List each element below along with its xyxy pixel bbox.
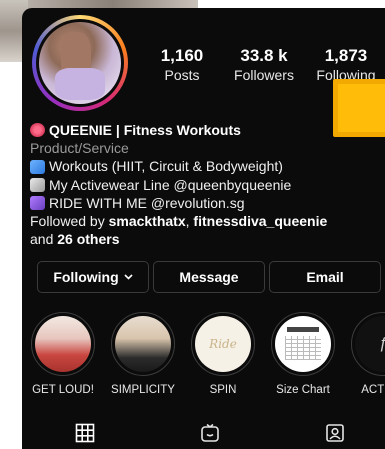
followed-by-user-1: smackthatx bbox=[108, 213, 186, 230]
following-button[interactable]: Following bbox=[37, 261, 149, 293]
followers-label: Followers bbox=[234, 67, 294, 83]
highlight-get-loud[interactable]: GET LOUD! bbox=[26, 312, 100, 396]
flower-emoji-icon bbox=[30, 123, 45, 138]
posts-label: Posts bbox=[164, 67, 200, 83]
highlight-thumbnail bbox=[35, 316, 91, 372]
profile-bio: QUEENIE | Fitness Workouts Product/Servi… bbox=[30, 121, 380, 248]
bio-line-workouts: Workouts (HIIT, Circuit & Bodyweight) bbox=[30, 157, 380, 175]
tab-tagged[interactable] bbox=[322, 420, 348, 446]
highlight-thumbnail: ƒ bbox=[355, 316, 385, 372]
message-button[interactable]: Message bbox=[153, 261, 265, 293]
profile-tab-bar bbox=[22, 418, 385, 449]
highlight-label: GET LOUD! bbox=[32, 384, 94, 396]
highlight-ring bbox=[111, 312, 175, 376]
highlight-ring: Ride bbox=[191, 312, 255, 376]
tab-reels[interactable] bbox=[197, 420, 223, 446]
size-chart-grid bbox=[285, 336, 321, 360]
bike-emoji-icon bbox=[30, 195, 45, 210]
highlight-thumbnail bbox=[275, 316, 331, 372]
profile-avatar-ring[interactable] bbox=[32, 15, 128, 111]
followed-by-user-2: fitnessdiva_queenie bbox=[193, 213, 328, 230]
chevron-down-icon bbox=[124, 274, 133, 280]
avatar-border bbox=[36, 19, 124, 107]
email-button-label: Email bbox=[306, 269, 344, 285]
followers-stat[interactable]: 33.8 k Followers bbox=[222, 46, 306, 83]
highlight-thumbnail bbox=[115, 316, 171, 372]
shoe-emoji-icon bbox=[30, 177, 45, 192]
highlight-thumbnail: Ride bbox=[195, 316, 251, 372]
bio-line-text: RIDE WITH ME @revolution.sg bbox=[49, 194, 245, 211]
avatar bbox=[39, 22, 121, 104]
highlight-spin[interactable]: Ride SPIN bbox=[186, 312, 260, 396]
tagged-icon bbox=[326, 424, 344, 442]
followed-by-others: 26 others bbox=[57, 231, 120, 248]
highlight-label: SPIN bbox=[209, 384, 237, 396]
highlight-ring bbox=[31, 312, 95, 376]
highlight-label: Size Chart bbox=[276, 384, 330, 396]
bio-name-line: QUEENIE | Fitness Workouts bbox=[30, 121, 380, 139]
email-button[interactable]: Email bbox=[269, 261, 381, 293]
highlight-simplicity[interactable]: SIMPLICITY bbox=[106, 312, 180, 396]
followed-by-text[interactable]: Followed by smackthatx, fitnessdiva_quee… bbox=[30, 212, 380, 248]
highlight-label: ACTION bbox=[361, 384, 385, 396]
tab-posts-grid[interactable] bbox=[72, 420, 98, 446]
avatar-outfit bbox=[55, 68, 105, 100]
workout-emoji-icon bbox=[30, 159, 45, 174]
followed-by-and: and bbox=[30, 231, 54, 248]
followed-by-prefix: Followed by bbox=[30, 213, 105, 230]
ride-thumb-text: Ride bbox=[209, 337, 237, 351]
followed-by-separator: , bbox=[185, 213, 190, 230]
bio-line-ride[interactable]: RIDE WITH ME @revolution.sg bbox=[30, 194, 380, 212]
followers-count: 33.8 k bbox=[240, 46, 288, 65]
profile-category: Product/Service bbox=[30, 140, 129, 157]
bio-line-text: My Activewear Line @queenbyqueenie bbox=[49, 176, 292, 193]
profile-screen: 1,160 Posts 33.8 k Followers 1,873 Follo… bbox=[22, 8, 385, 449]
message-button-label: Message bbox=[179, 269, 239, 285]
highlight-size-chart[interactable]: Size Chart bbox=[266, 312, 340, 396]
reels-icon bbox=[201, 423, 219, 442]
bio-line-activewear[interactable]: My Activewear Line @queenbyqueenie bbox=[30, 176, 380, 194]
highlight-ring: ƒ bbox=[351, 312, 385, 376]
highlight-action[interactable]: ƒ ACTION bbox=[346, 312, 385, 396]
following-count: 1,873 bbox=[324, 46, 368, 65]
size-chart-header bbox=[287, 327, 319, 332]
highlight-ring bbox=[271, 312, 335, 376]
posts-count: 1,160 bbox=[160, 46, 204, 65]
grid-icon bbox=[75, 423, 95, 443]
action-thumb-glyph: ƒ bbox=[379, 335, 385, 353]
profile-name: QUEENIE | Fitness Workouts bbox=[49, 122, 241, 138]
following-button-label: Following bbox=[53, 269, 119, 285]
bio-line-text: Workouts (HIIT, Circuit & Bodyweight) bbox=[49, 158, 283, 175]
posts-stat[interactable]: 1,160 Posts bbox=[142, 46, 222, 83]
highlight-label: SIMPLICITY bbox=[111, 384, 175, 396]
following-stat[interactable]: 1,873 Following bbox=[306, 46, 385, 83]
